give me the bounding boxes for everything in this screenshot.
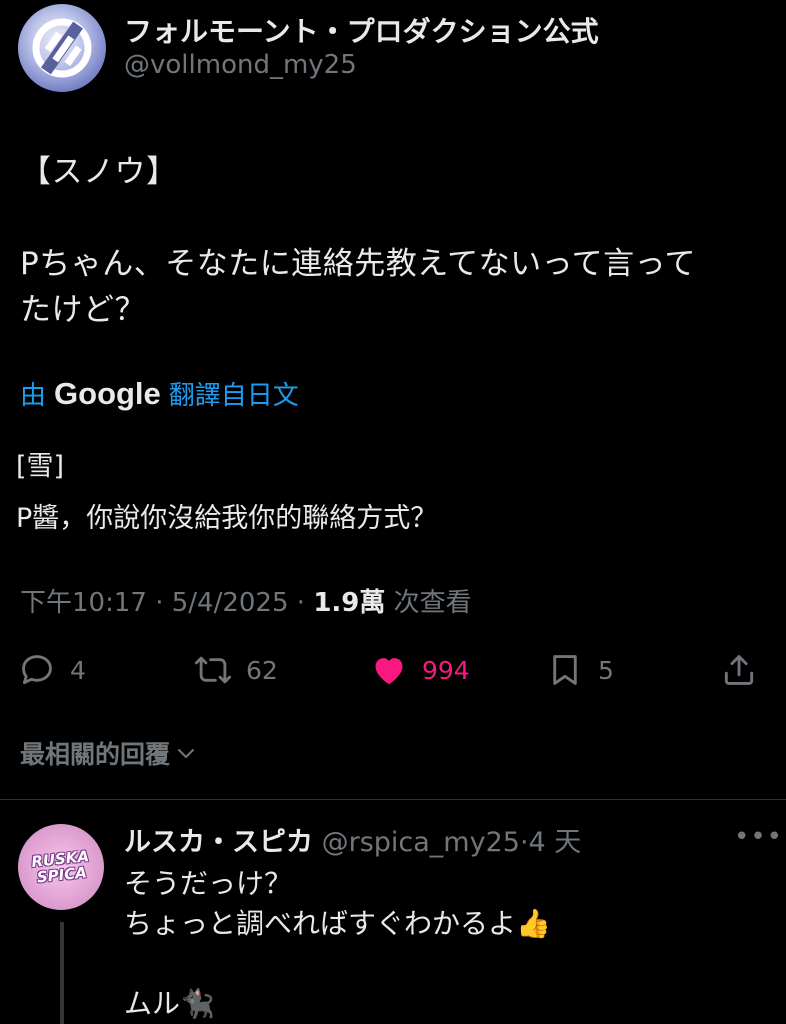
translation-line: P醬，你說你沒給我你的聯絡方式？ xyxy=(16,503,438,534)
post-date[interactable]: 5/4/2025 xyxy=(172,588,289,618)
reply-text-line: ムル🐈‍⬛ xyxy=(124,987,215,1020)
bookmark-count: 5 xyxy=(598,655,614,685)
reply-author-avatar[interactable]: RUSKA SPICA xyxy=(18,824,104,910)
like-count: 994 xyxy=(422,655,470,685)
post-time[interactable]: 下午10:17 xyxy=(20,588,147,618)
translate-prefix: 由 xyxy=(20,381,47,411)
view-count: 1.9萬 xyxy=(313,588,386,618)
sort-label: 最相關的回覆 xyxy=(20,740,171,769)
translated-by-google-link[interactable]: 由 Google 翻譯自日文 xyxy=(20,375,299,412)
post-text-line: 【スノウ】 xyxy=(20,154,178,190)
translation-line: [雪] xyxy=(16,451,65,482)
like-button[interactable]: 994 xyxy=(370,648,470,692)
reply-text-line: そうだっけ？ xyxy=(124,867,293,900)
share-button[interactable] xyxy=(720,648,758,692)
more-options-icon[interactable]: ••• xyxy=(734,822,783,852)
reply-button[interactable]: 4 xyxy=(18,648,86,692)
replies-sort-dropdown[interactable]: 最相關的回覆 xyxy=(20,735,198,771)
avatar-logo-text: RUSKA SPICA xyxy=(30,847,90,887)
heart-filled-icon xyxy=(375,658,403,685)
meta-separator: · xyxy=(296,588,306,618)
meta-separator: · xyxy=(519,827,529,858)
reply-text-line: ちょっと調べればすぐわかるよ👍 xyxy=(124,907,551,940)
reply-author-handle[interactable]: @rspica_my25 xyxy=(322,827,520,858)
post-text-line: たけど？ xyxy=(20,292,146,328)
author-handle[interactable]: @vollmond_my25 xyxy=(124,50,357,80)
translate-suffix: 翻譯自日文 xyxy=(168,381,299,411)
divider xyxy=(0,799,786,800)
bookmark-button[interactable]: 5 xyxy=(546,648,614,692)
repost-button[interactable]: 62 xyxy=(194,648,278,692)
post-meta: 下午10:17 · 5/4/2025 · 1.9萬 次查看 xyxy=(20,582,472,619)
author-name[interactable]: フォルモーント・プロダクション公式 xyxy=(124,10,599,50)
post-text-line: Pちゃん、そなたに連絡先教えてないって言って xyxy=(20,246,697,282)
share-icon xyxy=(724,655,754,685)
avatar-logo-icon xyxy=(32,18,92,78)
reply-header: ルスカ・スピカ @rspica_my25·4 天 xyxy=(124,820,581,859)
reply-count: 4 xyxy=(70,655,86,685)
bookmark-icon xyxy=(553,655,577,685)
reply-icon xyxy=(22,655,52,685)
repost-count: 62 xyxy=(246,655,278,685)
meta-separator: · xyxy=(155,588,164,618)
reply-age[interactable]: 4 天 xyxy=(529,827,582,858)
thread-connector-line xyxy=(60,922,64,1024)
view-label: 次查看 xyxy=(393,588,472,618)
author-avatar[interactable] xyxy=(18,4,106,92)
repost-icon xyxy=(194,656,232,684)
google-logo: Google xyxy=(54,375,161,411)
chevron-down-icon xyxy=(178,749,195,758)
reply-author-name[interactable]: ルスカ・スピカ xyxy=(124,827,313,858)
